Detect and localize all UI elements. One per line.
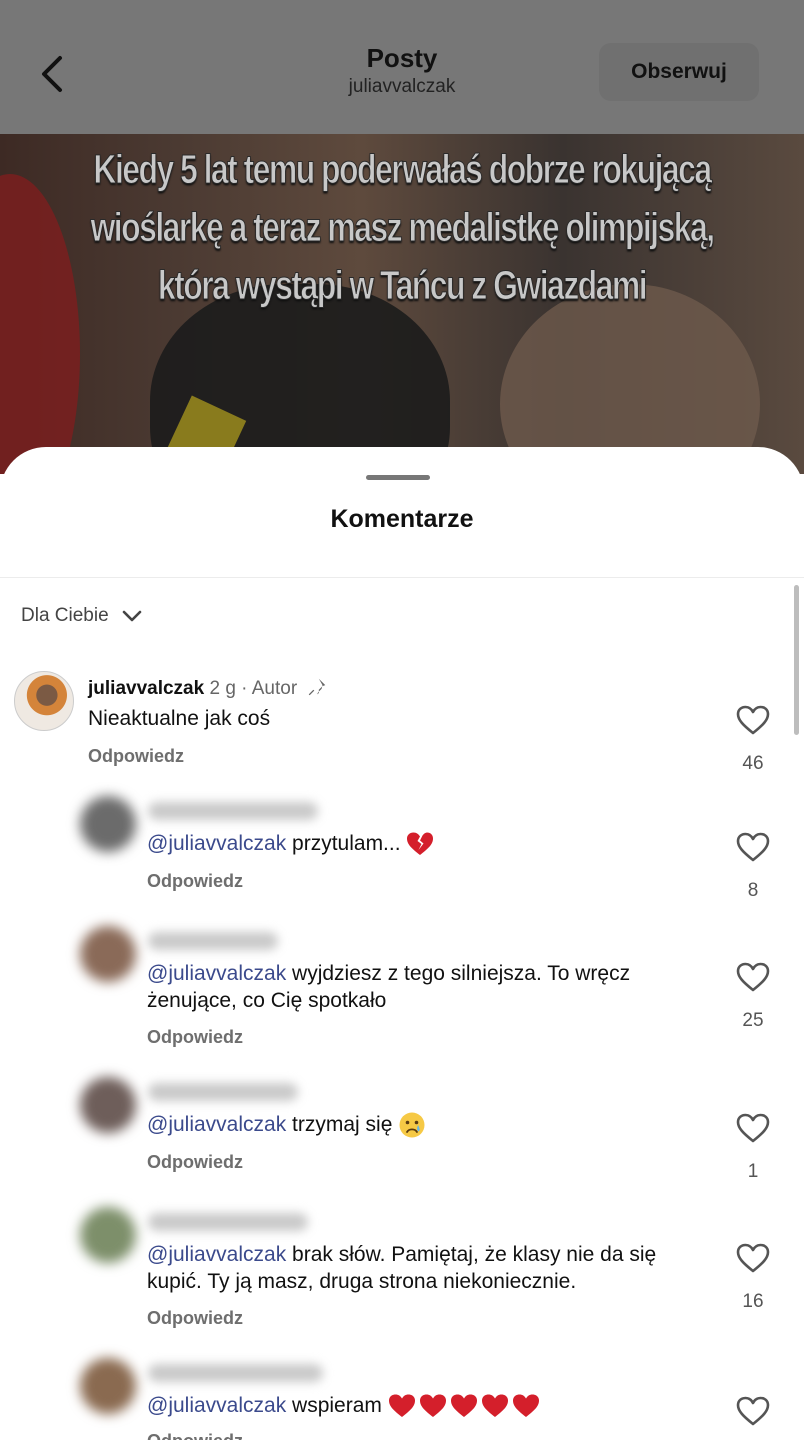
red-hearts-emoji <box>388 1394 540 1418</box>
post-image: Kiedy 5 lat temu poderwałaś dobrze rokuj… <box>0 134 804 474</box>
post-caption-line: Kiedy 5 lat temu poderwałaś dobrze rokuj… <box>93 146 712 193</box>
reply-button[interactable]: Odpowiedz <box>147 1308 243 1329</box>
mention-link[interactable]: @juliavvalczak <box>147 1113 286 1136</box>
divider <box>0 577 804 578</box>
avatar[interactable] <box>80 926 136 982</box>
blurred-username <box>148 932 278 950</box>
follow-button[interactable]: Obserwuj <box>599 43 759 101</box>
mention-link[interactable]: @juliavvalczak <box>147 1243 286 1266</box>
comments-sheet: Komentarze Dla Ciebie juliavvalczak 2 g … <box>0 447 804 1440</box>
like-button[interactable] <box>736 705 770 740</box>
comment-body: trzymaj się <box>286 1113 399 1136</box>
comment-body: wspieram <box>286 1394 388 1417</box>
post-photo-shape <box>0 174 80 474</box>
like-button[interactable] <box>736 1396 770 1431</box>
post-caption-line: wioślarkę a teraz masz medalistkę olimpi… <box>90 204 715 251</box>
avatar[interactable] <box>80 1358 136 1414</box>
sort-label: Dla Ciebie <box>21 605 109 626</box>
heart-outline-icon <box>736 1113 770 1143</box>
reply-button[interactable]: Odpowiedz <box>147 1027 243 1048</box>
comment-header: juliavvalczak 2 g · Autor <box>88 676 328 700</box>
reply-button[interactable]: Odpowiedz <box>88 746 184 767</box>
mention-link[interactable]: @juliavvalczak <box>147 1394 286 1417</box>
comment-username[interactable]: juliavvalczak <box>88 678 204 699</box>
reply-button[interactable]: Odpowiedz <box>147 1431 243 1440</box>
red-heart-emoji <box>388 1394 415 1418</box>
like-count: 46 <box>742 753 764 774</box>
reply-button[interactable]: Odpowiedz <box>147 1152 243 1173</box>
sheet-drag-handle[interactable] <box>366 475 430 480</box>
heart-outline-icon <box>736 962 770 992</box>
like-button[interactable] <box>736 1243 770 1278</box>
avatar[interactable] <box>80 796 136 852</box>
blurred-username <box>148 1213 308 1231</box>
sort-dropdown[interactable]: Dla Ciebie <box>21 605 143 627</box>
crying-face-emoji <box>399 1112 425 1138</box>
comment-body: przytulam... <box>286 832 407 855</box>
blurred-username <box>148 1364 323 1382</box>
heart-outline-icon <box>736 1396 770 1426</box>
comment-text: @juliavvalczak trzymaj się <box>147 1111 707 1139</box>
comment-meta: 2 g · Autor <box>209 678 298 699</box>
top-bar: Posty juliavvalczak Obserwuj <box>0 0 804 134</box>
avatar[interactable] <box>80 1077 136 1133</box>
like-count: 16 <box>742 1291 764 1312</box>
comment-text: @juliavvalczak wspieram <box>147 1392 707 1419</box>
pin-icon <box>309 678 326 696</box>
post-caption-line: która wystąpi w Tańcu z Gwiazdami <box>157 262 649 309</box>
like-button[interactable] <box>736 832 770 867</box>
like-button[interactable] <box>736 1113 770 1148</box>
avatar[interactable] <box>14 671 74 731</box>
scrollbar[interactable] <box>794 585 799 735</box>
red-heart-emoji <box>419 1394 446 1418</box>
reply-button[interactable]: Odpowiedz <box>147 871 243 892</box>
heart-outline-icon <box>736 1243 770 1273</box>
mention-link[interactable]: @juliavvalczak <box>147 832 286 855</box>
heart-outline-icon <box>736 832 770 862</box>
comment-text: @juliavvalczak brak słów. Pamiętaj, że k… <box>147 1241 712 1295</box>
comment-text: @juliavvalczak wyjdziesz z tego silniejs… <box>147 960 712 1014</box>
blurred-username <box>148 802 318 820</box>
post-caption-overlay: Kiedy 5 lat temu poderwałaś dobrze rokuj… <box>88 140 715 314</box>
heart-outline-icon <box>736 705 770 735</box>
chevron-down-icon <box>122 610 141 622</box>
like-count: 1 <box>747 1161 759 1182</box>
blurred-username <box>148 1083 298 1101</box>
red-heart-emoji <box>450 1394 477 1418</box>
like-count: 8 <box>747 880 759 901</box>
red-heart-emoji <box>512 1394 539 1418</box>
comment-text: Nieaktualne jak coś <box>88 707 271 730</box>
mention-link[interactable]: @juliavvalczak <box>147 962 286 985</box>
sheet-title: Komentarze <box>330 505 474 533</box>
red-heart-emoji <box>481 1394 508 1418</box>
avatar[interactable] <box>80 1207 136 1263</box>
broken-heart-emoji <box>407 832 434 856</box>
comment-text: @juliavvalczak przytulam... <box>147 830 707 857</box>
like-count: 25 <box>742 1010 764 1031</box>
like-button[interactable] <box>736 962 770 997</box>
